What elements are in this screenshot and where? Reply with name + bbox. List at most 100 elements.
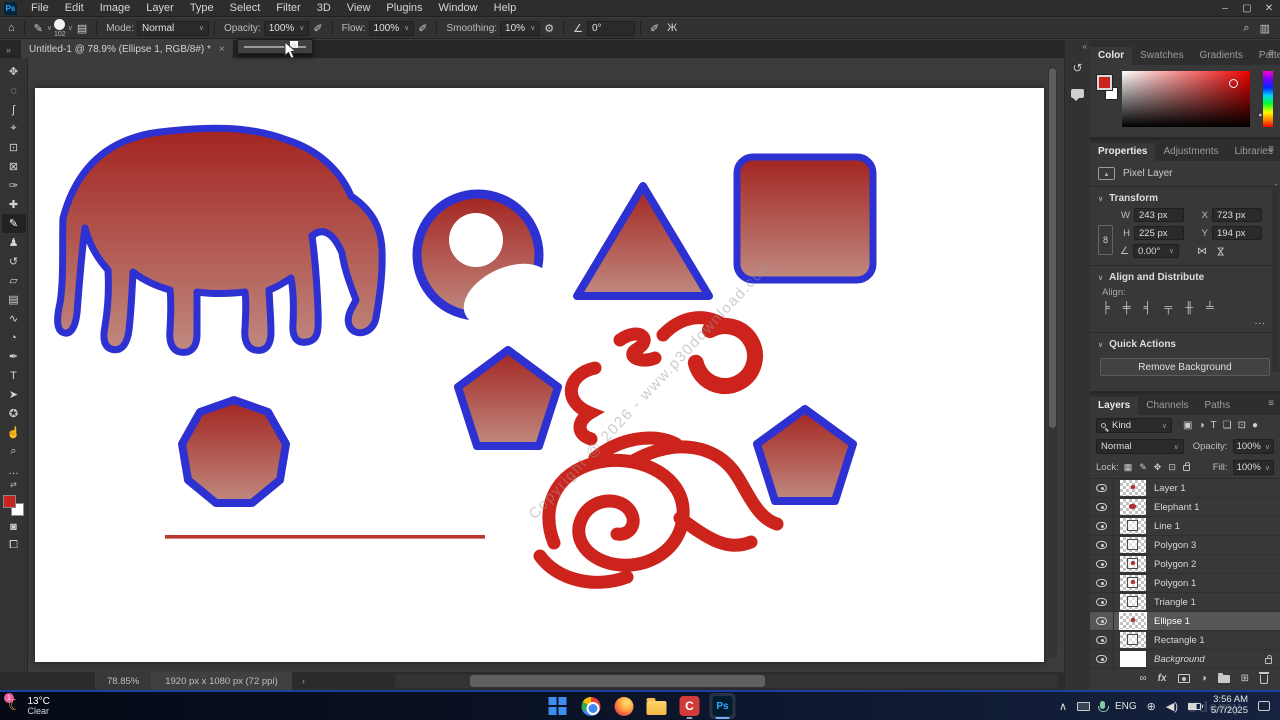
elephant-shape[interactable] (58, 128, 383, 352)
layer-row-triangle-1[interactable]: Triangle 1 (1090, 593, 1280, 612)
smoothing-select[interactable]: 10%∨ (500, 21, 540, 36)
screen-mode-icon[interactable]: ⧠ (2, 536, 26, 555)
layer-thumbnail[interactable] (1120, 537, 1146, 553)
panel-menu-icon[interactable]: ≡ (1268, 48, 1274, 59)
tab-layers-layers[interactable]: Layers (1090, 397, 1138, 415)
layer-fill-input[interactable]: 100% ∨ (1233, 460, 1274, 475)
pixel-filter-icon[interactable]: ▣ (1183, 420, 1192, 431)
lock-position-icon[interactable]: ✥ (1154, 462, 1162, 473)
layer-visibility-toggle[interactable] (1090, 517, 1114, 535)
layer-row-ellipse-1[interactable]: Ellipse 1 (1090, 612, 1280, 631)
layer-visibility-toggle[interactable] (1090, 536, 1114, 554)
layer-name[interactable]: Polygon 3 (1154, 540, 1196, 551)
align-left-icon[interactable]: ╞ (1102, 302, 1110, 314)
move-tool-icon[interactable]: ✥ (2, 62, 26, 81)
foreground-color-swatch[interactable] (1097, 75, 1112, 90)
menu-window[interactable]: Window (431, 1, 486, 15)
color-picker-ring[interactable] (1229, 79, 1238, 88)
document-canvas[interactable]: Copyright @ 2026 - www.p30download.com (35, 88, 1044, 662)
language-indicator[interactable]: ENG (1115, 701, 1137, 712)
quick-actions-header[interactable]: ∨ Quick Actions (1090, 333, 1280, 352)
layer-thumbnail[interactable] (1120, 613, 1146, 629)
spot-healing-tool-icon[interactable]: ✚ (2, 195, 26, 214)
layer-name[interactable]: Layer 1 (1154, 483, 1186, 494)
pentagon-shape-center[interactable] (458, 350, 558, 446)
lock-pixels-icon[interactable]: ✎ (1139, 462, 1147, 473)
hand-tool-icon[interactable]: ☝ (2, 423, 26, 442)
layer-mask-icon[interactable] (1178, 674, 1190, 683)
menu-type[interactable]: Type (182, 1, 222, 15)
type-tool-icon[interactable]: T (2, 366, 26, 385)
menu-layer[interactable]: Layer (138, 1, 182, 15)
battery-icon[interactable] (1188, 703, 1201, 710)
search-icon[interactable]: ⌕ (1243, 22, 1249, 35)
opacity-select[interactable]: 100%∨ (264, 21, 310, 36)
x-input[interactable]: 723 px (1212, 208, 1262, 222)
frame-tool-icon[interactable]: ⊠ (2, 157, 26, 176)
layer-visibility-toggle[interactable] (1090, 593, 1114, 611)
more-tools-icon[interactable]: … (2, 461, 26, 480)
transform-section-header[interactable]: ∨ Transform (1090, 187, 1280, 206)
align-more-icon[interactable]: ... (1090, 314, 1280, 327)
align-section-header[interactable]: ∨ Align and Distribute (1090, 266, 1280, 285)
new-layer-icon[interactable]: ⊞ (1241, 673, 1249, 684)
tab-layers-channels[interactable]: Channels (1138, 397, 1196, 415)
menu-help[interactable]: Help (486, 1, 525, 15)
lock-artboard-icon[interactable]: ⊡ (1168, 462, 1176, 473)
polygon-shape-left[interactable] (182, 400, 286, 503)
brush-scribbles[interactable] (540, 315, 777, 582)
document-tab[interactable]: Untitled-1 @ 78.9% (Ellipse 1, RGB/8#) *… (21, 40, 234, 58)
quick-mask-icon[interactable]: ◙ (2, 517, 26, 536)
lasso-tool-icon[interactable]: ʃ (2, 100, 26, 119)
lock-all-icon[interactable] (1183, 465, 1190, 471)
path-selection-tool-icon[interactable]: ➤ (2, 385, 26, 404)
swap-colors-icon[interactable]: ⇄ (10, 480, 17, 492)
tab-props-properties[interactable]: Properties (1090, 143, 1155, 161)
panel-menu-icon[interactable]: ≡ (1268, 398, 1274, 409)
layer-row-elephant-1[interactable]: Elephant 1 (1090, 498, 1280, 517)
layer-thumbnail[interactable] (1120, 556, 1146, 572)
object-selection-tool-icon[interactable]: ⌖ (2, 119, 26, 138)
dodge-tool-icon[interactable]: ◔ (2, 328, 26, 347)
menu-file[interactable]: File (23, 1, 57, 15)
zoom-level-field[interactable]: 78.85% (95, 672, 151, 690)
home-icon[interactable]: ⌂ (4, 22, 19, 34)
opacity-slider-popup[interactable] (237, 39, 313, 54)
workspace-icon[interactable]: ▥ (1260, 22, 1270, 35)
layer-thumbnail[interactable] (1120, 594, 1146, 610)
tab-overflow-icon[interactable]: » (0, 45, 21, 58)
eraser-tool-icon[interactable]: ▱ (2, 271, 26, 290)
angle-input[interactable]: 0° (587, 21, 635, 36)
pentagon-shape-right[interactable] (757, 409, 853, 501)
flow-select[interactable]: 100%∨ (369, 21, 415, 36)
align-center-h-icon[interactable]: ╪ (1123, 302, 1131, 314)
panel-scrollbar[interactable] (1272, 185, 1279, 372)
foreground-color-swatch[interactable] (3, 495, 16, 508)
smart-object-filter-icon[interactable]: ⊡ (1238, 420, 1246, 431)
saturation-field[interactable] (1122, 71, 1250, 127)
canvas-vertical-scrollbar[interactable] (1048, 66, 1057, 658)
expand-panels-icon[interactable]: « (1083, 42, 1087, 51)
layer-name[interactable]: Ellipse 1 (1154, 616, 1190, 627)
layer-opacity-input[interactable]: 100% ∨ (1233, 439, 1274, 454)
layer-row-rectangle-1[interactable]: Rectangle 1 (1090, 631, 1280, 650)
flip-vertical-icon[interactable]: ⋈ (1214, 246, 1225, 256)
layer-name[interactable]: Rectangle 1 (1154, 635, 1205, 646)
zoom-tool-icon[interactable]: ⌕ (2, 442, 26, 461)
volume-icon[interactable]: ◀) (1166, 700, 1178, 713)
canvas-horizontal-scrollbar[interactable] (395, 674, 1058, 688)
layer-visibility-toggle[interactable] (1090, 631, 1114, 649)
lock-transparent-icon[interactable]: ▦ (1124, 462, 1133, 473)
close-button[interactable]: ✕ (1258, 3, 1280, 14)
filter-kind-select[interactable]: Kind ∨ (1096, 418, 1172, 433)
layer-row-polygon-1[interactable]: Polygon 1 (1090, 574, 1280, 593)
marquee-tool-icon[interactable]: ◌ (2, 81, 26, 100)
airbrush-icon[interactable]: ✐ (414, 22, 431, 35)
ellipse-shape[interactable] (417, 194, 560, 339)
clock[interactable]: 3:56 AM 5/7/2025 (1211, 695, 1248, 717)
layer-name[interactable]: Background (1154, 654, 1205, 665)
tab-layers-paths[interactable]: Paths (1197, 397, 1239, 415)
status-chevron-icon[interactable]: › (292, 676, 315, 687)
menu-plugins[interactable]: Plugins (378, 1, 430, 15)
align-right-icon[interactable]: ╡ (1144, 302, 1152, 314)
